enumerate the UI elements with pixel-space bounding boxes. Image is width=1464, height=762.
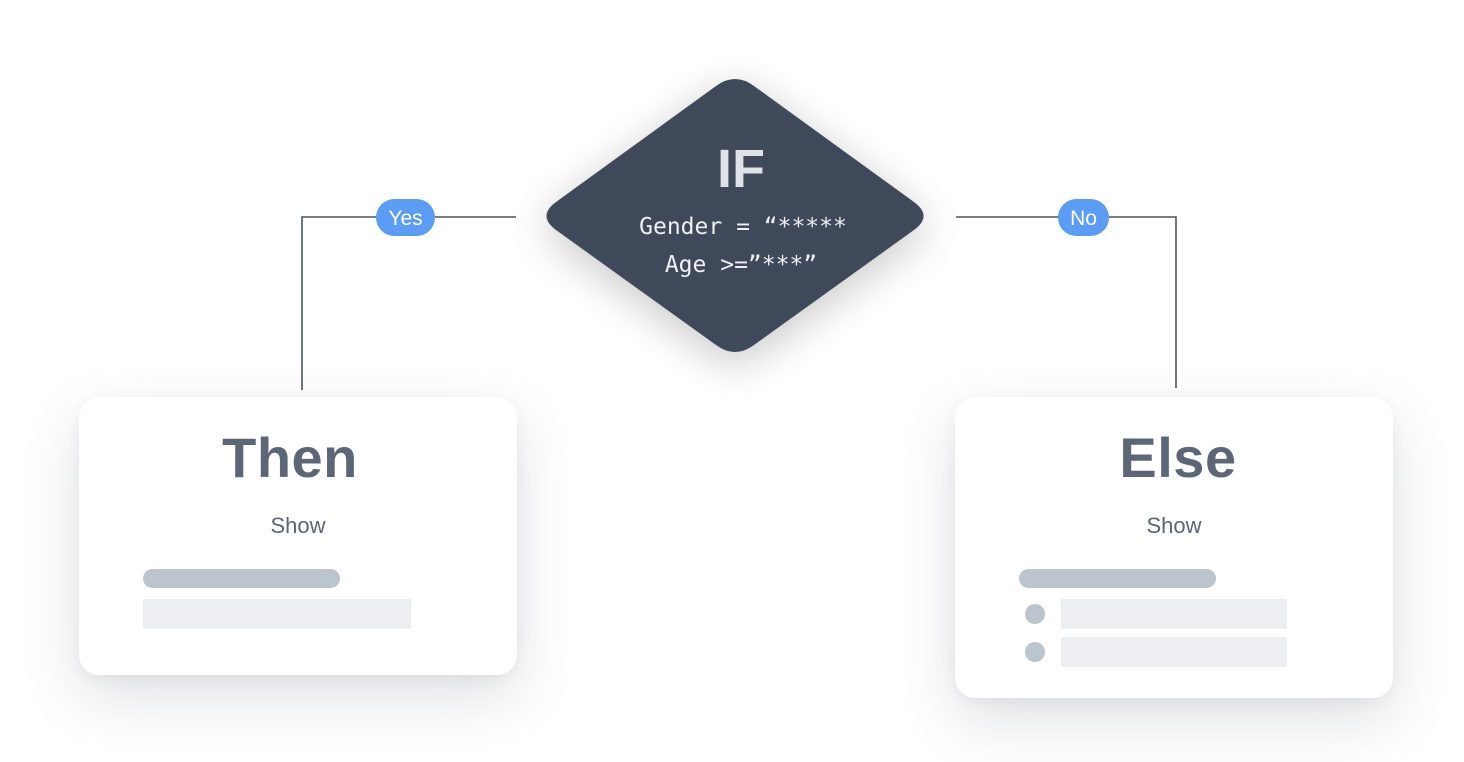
decision-condition-gender: Gender = “***** (639, 214, 847, 240)
then-card: Then Show (79, 397, 517, 675)
decision-condition-age: Age >=”***” (665, 252, 817, 278)
yes-branch-badge: Yes (376, 199, 435, 236)
connector-yes (301, 216, 516, 390)
else-placeholder-list-item (1061, 637, 1287, 667)
no-branch-label: No (1070, 207, 1097, 230)
connector-no (956, 216, 1177, 388)
else-placeholder-list-item (1061, 599, 1287, 629)
decision-title: IF (717, 139, 765, 199)
then-card-title: Then (222, 426, 358, 489)
else-placeholder-heading (1019, 569, 1216, 588)
else-card: Else Show (955, 397, 1393, 698)
no-branch-badge: No (1058, 199, 1109, 236)
then-card-subtitle: Show (270, 513, 326, 538)
else-list-bullet (1025, 604, 1045, 624)
yes-branch-label: Yes (388, 207, 422, 230)
else-card-title: Else (1119, 426, 1237, 489)
else-card-subtitle: Show (1146, 513, 1202, 538)
then-placeholder-heading (143, 569, 340, 588)
then-placeholder-line (143, 599, 411, 629)
else-list-bullet (1025, 642, 1045, 662)
